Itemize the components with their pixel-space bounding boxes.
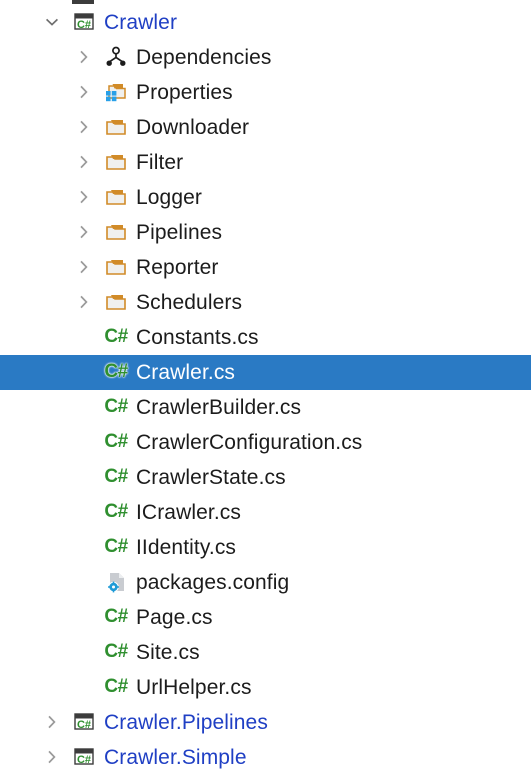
tree-item-label: Logger — [136, 186, 202, 209]
tree-item-label: Dependencies — [136, 46, 272, 69]
chevron-right-icon[interactable] — [76, 189, 92, 205]
chevron-down-icon[interactable] — [44, 14, 60, 30]
tree-item-properties[interactable]: Properties — [0, 75, 531, 110]
svg-text:C#: C# — [77, 754, 91, 766]
tree-item-icrawler-cs[interactable]: C# ICrawler.cs — [0, 495, 531, 530]
tree-item-dependencies[interactable]: Dependencies — [0, 40, 531, 75]
svg-text:C#: C# — [77, 719, 91, 731]
tree-item-label: Schedulers — [136, 291, 243, 314]
tree-item-label: Pipelines — [136, 221, 223, 244]
chevron-right-icon[interactable] — [76, 154, 92, 170]
csharp-file-icon: C# — [104, 326, 128, 347]
chevron-right-icon[interactable] — [76, 259, 92, 275]
chevron-right-icon[interactable] — [76, 119, 92, 135]
csharp-file-icon: C# — [104, 466, 128, 487]
tree-item-label: Crawler.Pipelines — [104, 711, 268, 734]
chevron-right-icon[interactable] — [76, 49, 92, 65]
tree-item-label: Site.cs — [136, 641, 200, 664]
tree-item-iidentity-cs[interactable]: C# IIdentity.cs — [0, 530, 531, 565]
tree-item-label: Constants.cs — [136, 326, 259, 349]
tree-item-label: CrawlerState.cs — [136, 466, 286, 489]
tree-item-page-cs[interactable]: C# Page.cs — [0, 600, 531, 635]
config-file-icon — [104, 570, 128, 594]
tree-item-packages-config[interactable]: packages.config — [0, 565, 531, 600]
tree-item-crawler-cs[interactable]: C# Crawler.cs — [0, 355, 531, 390]
csharp-project-icon: C# — [72, 710, 96, 734]
tree-item-urlhelper-cs[interactable]: C# UrlHelper.cs — [0, 670, 531, 705]
tree-item-crawler-pipelines[interactable]: C# Crawler.Pipelines — [0, 705, 531, 740]
folder-icon — [104, 290, 128, 314]
tree-item-crawler[interactable]: C# Crawler — [0, 5, 531, 40]
folder-icon — [104, 115, 128, 139]
partial-row-above — [72, 0, 94, 4]
csharp-file-icon: C# — [104, 396, 128, 417]
csharp-file-icon: C# — [104, 606, 128, 627]
folder-icon — [104, 255, 128, 279]
tree-item-label: Crawler — [104, 11, 178, 34]
tree-item-label: Crawler.Simple — [104, 746, 247, 769]
chevron-right-icon[interactable] — [76, 224, 92, 240]
tree-item-label: UrlHelper.cs — [136, 676, 252, 699]
csharp-file-icon: C# — [104, 641, 128, 662]
solution-explorer-tree[interactable]: C# Crawler Dependencies Properties Downloade… — [0, 0, 531, 775]
tree-item-filter[interactable]: Filter — [0, 145, 531, 180]
svg-text:C#: C# — [77, 19, 91, 31]
tree-item-crawler-simple[interactable]: C# Crawler.Simple — [0, 740, 531, 775]
tree-item-label: CrawlerBuilder.cs — [136, 396, 302, 419]
tree-item-label: IIdentity.cs — [136, 536, 237, 559]
folder-icon — [104, 220, 128, 244]
tree-item-label: ICrawler.cs — [136, 501, 241, 524]
tree-item-logger[interactable]: Logger — [0, 180, 531, 215]
tree-item-label: CrawlerConfiguration.cs — [136, 431, 363, 454]
csharp-project-icon: C# — [72, 745, 96, 769]
tree-item-label: Properties — [136, 81, 233, 104]
csharp-file-icon: C# — [104, 676, 128, 697]
tree-item-schedulers[interactable]: Schedulers — [0, 285, 531, 320]
csharp-file-icon: C# — [104, 431, 128, 452]
chevron-right-icon[interactable] — [44, 749, 60, 765]
tree-item-label: Page.cs — [136, 606, 213, 629]
dependencies-icon — [104, 45, 128, 69]
tree-item-crawlerstate-cs[interactable]: C# CrawlerState.cs — [0, 460, 531, 495]
tree-item-downloader[interactable]: Downloader — [0, 110, 531, 145]
csharp-file-icon: C# — [104, 501, 128, 522]
folder-icon — [104, 185, 128, 209]
tree-item-reporter[interactable]: Reporter — [0, 250, 531, 285]
chevron-right-icon[interactable] — [76, 294, 92, 310]
tree-item-label: packages.config — [136, 571, 290, 594]
csharp-file-icon: C# — [104, 536, 128, 557]
tree-item-label: Downloader — [136, 116, 250, 139]
properties-folder-icon — [104, 80, 128, 104]
tree-item-label: Filter — [136, 151, 184, 174]
csharp-project-icon: C# — [72, 10, 96, 34]
tree-item-crawlerbuilder-cs[interactable]: C# CrawlerBuilder.cs — [0, 390, 531, 425]
tree-item-site-cs[interactable]: C# Site.cs — [0, 635, 531, 670]
tree-item-label: Reporter — [136, 256, 219, 279]
tree-item-crawlerconfiguration-cs[interactable]: C# CrawlerConfiguration.cs — [0, 425, 531, 460]
tree-item-label: Crawler.cs — [136, 361, 236, 384]
csharp-file-icon: C# — [104, 361, 128, 382]
chevron-right-icon[interactable] — [76, 84, 92, 100]
tree-item-pipelines[interactable]: Pipelines — [0, 215, 531, 250]
chevron-right-icon[interactable] — [44, 714, 60, 730]
folder-icon — [104, 150, 128, 174]
tree-item-constants-cs[interactable]: C# Constants.cs — [0, 320, 531, 355]
